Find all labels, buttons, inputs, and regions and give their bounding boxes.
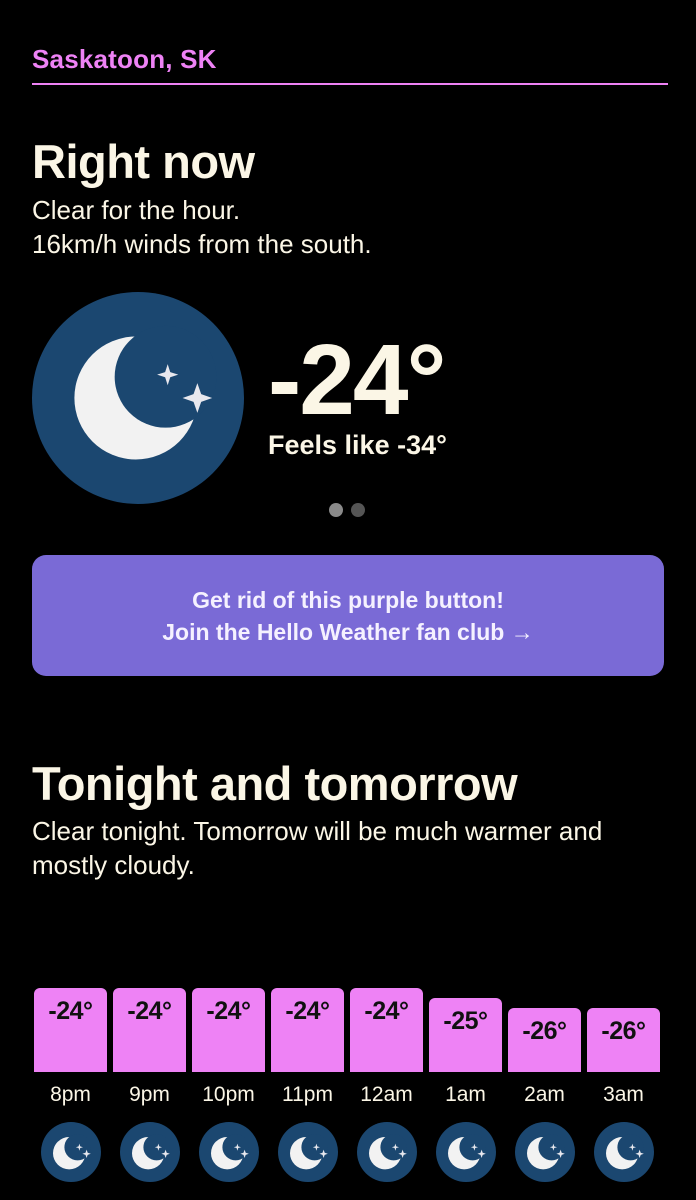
clear-night-moon-icon [41, 1122, 101, 1182]
tonight-heading: Tonight and tomorrow [32, 757, 518, 810]
right-now-summary: Clear for the hour. 16km/h winds from th… [32, 193, 372, 261]
hourly-time-label: 3am [603, 1083, 644, 1106]
hourly-column[interactable]: -24° 9pm [113, 988, 186, 1188]
tonight-summary: Clear tonight. Tomorrow will be much war… [32, 816, 603, 880]
hourly-temp-bar: -26° [508, 1008, 581, 1072]
fan-club-button-line1: Get rid of this purple button! [192, 586, 504, 613]
hourly-time-label: 8pm [50, 1083, 91, 1106]
current-temperature: -24° [268, 324, 447, 436]
location-title[interactable]: Saskatoon, SK [32, 44, 217, 75]
hourly-temp-label: -24° [206, 997, 251, 1025]
hourly-time-label: 9pm [129, 1083, 170, 1106]
clear-night-moon-icon [278, 1122, 338, 1182]
clear-night-moon-icon [594, 1122, 654, 1182]
hourly-forecast: -24° 8pm -24° 9pm -24° 10pm -24° 11pm -24° 12am -2… [34, 988, 666, 1188]
hourly-temp-bar: -24° [271, 988, 344, 1072]
clear-night-moon-icon [32, 292, 244, 504]
hourly-temp-label: -24° [48, 997, 93, 1025]
hourly-column[interactable]: -24° 10pm [192, 988, 265, 1188]
right-now-heading: Right now [32, 135, 255, 188]
clear-night-moon-icon [515, 1122, 575, 1182]
clear-night-moon-icon [120, 1122, 180, 1182]
hourly-time-label: 1am [445, 1083, 486, 1106]
page-dot-1[interactable] [329, 503, 343, 517]
location-divider [32, 83, 668, 85]
hourly-column[interactable]: -26° 3am [587, 988, 660, 1188]
hourly-column[interactable]: -24° 11pm [271, 988, 344, 1188]
clear-night-moon-icon [436, 1122, 496, 1182]
right-now-summary-line2: 16km/h winds from the south. [32, 229, 372, 259]
hourly-time-label: 2am [524, 1083, 565, 1106]
fan-club-button[interactable]: Get rid of this purple button! Join the … [32, 555, 664, 676]
hourly-time-label: 10pm [202, 1083, 255, 1106]
fan-club-button-line2: Join the Hello Weather fan club → [162, 618, 534, 645]
hourly-temp-bar: -24° [350, 988, 423, 1072]
hourly-column[interactable]: -26° 2am [508, 988, 581, 1188]
hourly-time-label: 12am [360, 1083, 413, 1106]
page-dot-2[interactable] [351, 503, 365, 517]
hourly-time-label: 11pm [282, 1083, 333, 1106]
clear-night-moon-icon [199, 1122, 259, 1182]
hourly-column[interactable]: -24° 12am [350, 988, 423, 1188]
hourly-column[interactable]: -25° 1am [429, 988, 502, 1188]
hourly-column[interactable]: -24° 8pm [34, 988, 107, 1188]
page-indicator[interactable] [329, 503, 365, 517]
hourly-temp-label: -24° [285, 997, 330, 1025]
feels-like: Feels like -34° [268, 430, 447, 460]
hourly-temp-label: -26° [601, 1017, 646, 1045]
hourly-temp-label: -25° [443, 1007, 488, 1035]
hourly-temp-bar: -24° [192, 988, 265, 1072]
hourly-temp-label: -24° [127, 997, 172, 1025]
right-now-summary-line1: Clear for the hour. [32, 195, 241, 225]
hourly-temp-bar: -26° [587, 1008, 660, 1072]
hourly-temp-bar: -24° [113, 988, 186, 1072]
clear-night-moon-icon [357, 1122, 417, 1182]
hourly-temp-bar: -24° [34, 988, 107, 1072]
hourly-temp-label: -24° [364, 997, 409, 1025]
hourly-temp-label: -26° [522, 1017, 567, 1045]
hourly-temp-bar: -25° [429, 998, 502, 1072]
